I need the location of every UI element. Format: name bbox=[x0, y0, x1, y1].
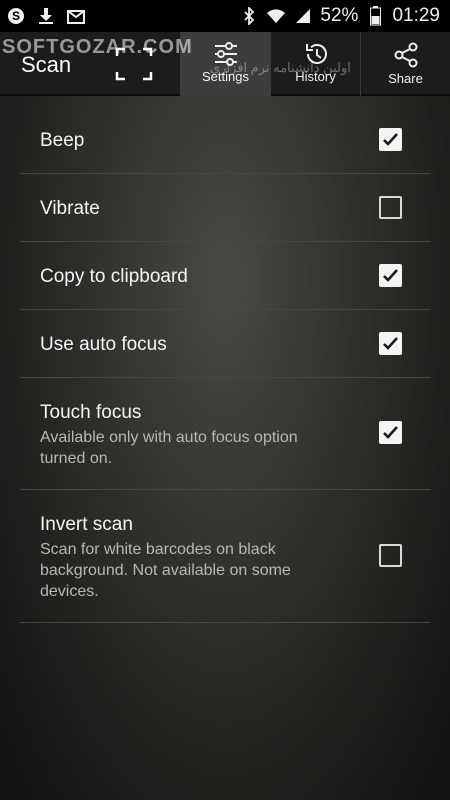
action-bar: Scan Settings History Share bbox=[0, 32, 450, 96]
check-icon bbox=[383, 269, 398, 282]
tab-history[interactable]: History bbox=[270, 32, 360, 96]
share-icon bbox=[394, 42, 417, 68]
clock: 01:29 bbox=[392, 5, 440, 26]
tab-settings[interactable]: Settings bbox=[180, 32, 270, 96]
tab-history-label: History bbox=[295, 69, 336, 84]
tab-settings-label: Settings bbox=[202, 69, 249, 84]
signal-icon bbox=[293, 6, 313, 26]
invert-scan-text: Invert scan Scan for white barcodes on b… bbox=[40, 514, 340, 602]
setting-vibrate[interactable]: Vibrate bbox=[20, 174, 430, 242]
beep-checkbox[interactable] bbox=[379, 128, 402, 151]
mail-icon bbox=[66, 6, 86, 26]
check-icon bbox=[383, 337, 398, 350]
app-title: Scan bbox=[21, 52, 72, 77]
setting-title: Copy to clipboard bbox=[40, 266, 188, 287]
skype-icon: S bbox=[6, 6, 26, 26]
setting-title: Vibrate bbox=[40, 198, 100, 219]
scan-title-area[interactable]: Scan bbox=[0, 32, 180, 96]
setting-title: Beep bbox=[40, 130, 85, 151]
touch-focus-text: Touch focus Available only with auto foc… bbox=[40, 402, 340, 469]
bluetooth-icon bbox=[239, 6, 259, 26]
setting-invert-scan[interactable]: Invert scan Scan for white barcodes on b… bbox=[20, 490, 430, 623]
sliders-icon bbox=[214, 42, 237, 66]
history-icon bbox=[305, 44, 327, 64]
check-icon bbox=[383, 426, 398, 439]
setting-touch-focus[interactable]: Touch focus Available only with auto foc… bbox=[20, 378, 430, 490]
invert-scan-checkbox[interactable] bbox=[379, 544, 402, 567]
setting-use-auto-focus[interactable]: Use auto focus bbox=[20, 310, 430, 378]
setting-title: Touch focus bbox=[40, 402, 142, 423]
setting-summary: Scan for white barcodes on black backgro… bbox=[40, 541, 291, 600]
svg-text:S: S bbox=[12, 9, 20, 23]
copy-to-clipboard-checkbox[interactable] bbox=[379, 264, 402, 287]
download-icon bbox=[36, 6, 56, 26]
battery-icon bbox=[365, 6, 385, 26]
touch-focus-checkbox[interactable] bbox=[379, 421, 402, 444]
battery-percent: 52% bbox=[320, 5, 359, 26]
wifi-icon bbox=[266, 6, 286, 26]
setting-title: Invert scan bbox=[40, 514, 133, 535]
tab-share[interactable]: Share bbox=[360, 32, 450, 96]
status-bar: S 52% 01:29 bbox=[0, 0, 450, 32]
use-auto-focus-checkbox[interactable] bbox=[379, 332, 402, 355]
scan-frame-icon bbox=[114, 46, 154, 82]
setting-beep[interactable]: Beep bbox=[20, 106, 430, 174]
settings-list: Beep Vibrate Copy to clipboard Use auto … bbox=[20, 106, 430, 623]
check-icon bbox=[383, 133, 398, 146]
vibrate-checkbox[interactable] bbox=[379, 196, 402, 219]
tab-share-label: Share bbox=[388, 71, 423, 86]
setting-copy-to-clipboard[interactable]: Copy to clipboard bbox=[20, 242, 430, 310]
setting-title: Use auto focus bbox=[40, 334, 167, 355]
setting-summary: Available only with auto focus option tu… bbox=[40, 429, 298, 467]
